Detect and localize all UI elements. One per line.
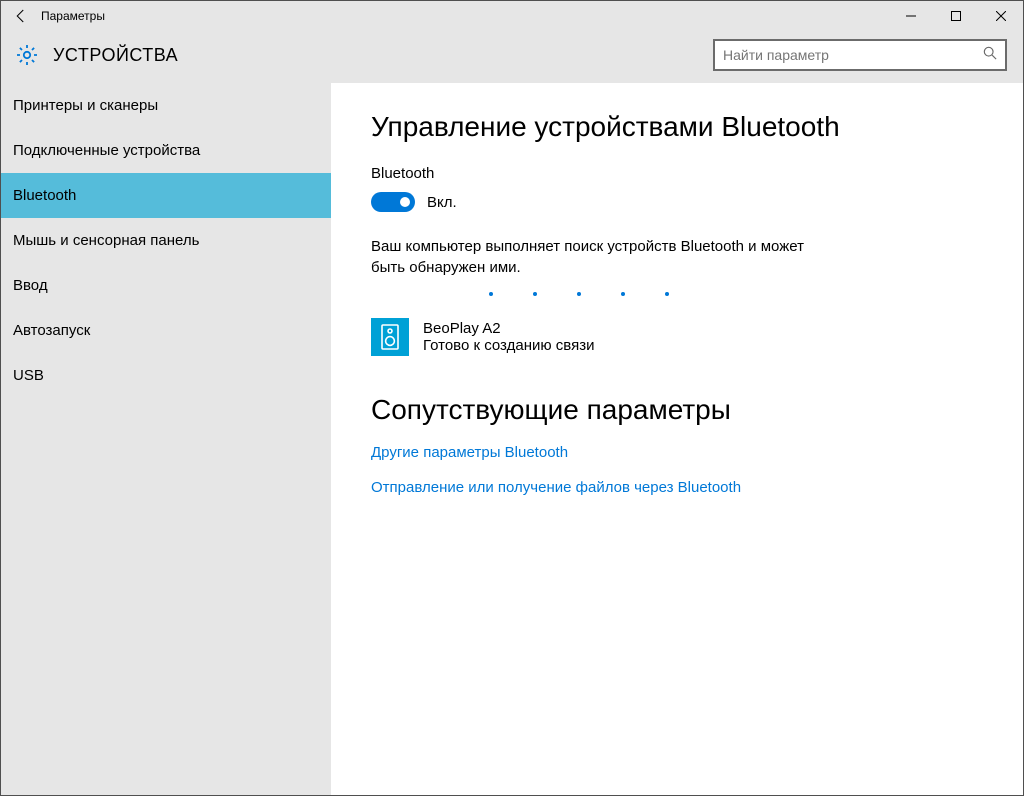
maximize-button[interactable] (933, 1, 978, 31)
bluetooth-toggle[interactable] (371, 192, 415, 212)
header-title: УСТРОЙСТВА (53, 45, 178, 66)
progress-dots (489, 292, 983, 296)
sidebar-item-printers[interactable]: Принтеры и сканеры (1, 83, 331, 128)
sidebar-item-autoplay[interactable]: Автозапуск (1, 308, 331, 353)
link-send-receive-files[interactable]: Отправление или получение файлов через B… (371, 479, 983, 496)
page-heading: Управление устройствами Bluetooth (371, 111, 983, 143)
search-box[interactable] (713, 39, 1007, 71)
toggle-row: Вкл. (371, 192, 983, 212)
close-button[interactable] (978, 1, 1023, 31)
sidebar-item-label: Мышь и сенсорная панель (13, 232, 199, 249)
maximize-icon (951, 11, 961, 21)
arrow-left-icon (12, 7, 30, 25)
sidebar-item-usb[interactable]: USB (1, 353, 331, 398)
sidebar-item-label: USB (13, 367, 44, 384)
sidebar-item-label: Автозапуск (13, 322, 90, 339)
window-title: Параметры (41, 9, 105, 23)
settings-window: Параметры УСТРОЙСТВА Принтеры и сканеры … (0, 0, 1024, 796)
link-label: Другие параметры Bluetooth (371, 444, 568, 461)
device-status: Готово к созданию связи (423, 337, 594, 354)
sidebar: Принтеры и сканеры Подключенные устройст… (1, 83, 331, 795)
speaker-icon (371, 318, 409, 356)
related-section: Сопутствующие параметры Другие параметры… (371, 394, 983, 496)
toggle-state-label: Вкл. (427, 194, 457, 211)
sidebar-item-label: Ввод (13, 277, 48, 294)
content: Управление устройствами Bluetooth Blueto… (331, 83, 1023, 795)
sidebar-item-input[interactable]: Ввод (1, 263, 331, 308)
related-heading: Сопутствующие параметры (371, 394, 983, 426)
sidebar-item-connected-devices[interactable]: Подключенные устройства (1, 128, 331, 173)
link-label: Отправление или получение файлов через B… (371, 479, 741, 496)
sidebar-item-bluetooth[interactable]: Bluetooth (1, 173, 331, 218)
sidebar-item-mouse-touchpad[interactable]: Мышь и сенсорная панель (1, 218, 331, 263)
link-more-bluetooth-settings[interactable]: Другие параметры Bluetooth (371, 444, 983, 461)
search-icon (983, 46, 997, 65)
settings-gear-icon (13, 41, 41, 69)
toggle-caption: Bluetooth (371, 165, 983, 182)
back-button[interactable] (1, 1, 41, 31)
body: Принтеры и сканеры Подключенные устройст… (1, 83, 1023, 795)
toggle-knob (400, 197, 410, 207)
close-icon (996, 11, 1006, 21)
sidebar-item-label: Подключенные устройства (13, 142, 200, 159)
status-text: Ваш компьютер выполняет поиск устройств … (371, 236, 831, 278)
search-input[interactable] (723, 47, 977, 63)
titlebar: Параметры (1, 1, 1023, 31)
device-item[interactable]: BeoPlay A2 Готово к созданию связи (371, 318, 983, 356)
device-name: BeoPlay A2 (423, 320, 594, 337)
sidebar-item-label: Bluetooth (13, 187, 76, 204)
header: УСТРОЙСТВА (1, 31, 1023, 83)
device-info: BeoPlay A2 Готово к созданию связи (423, 320, 594, 354)
minimize-button[interactable] (888, 1, 933, 31)
minimize-icon (906, 11, 916, 21)
sidebar-item-label: Принтеры и сканеры (13, 97, 158, 114)
